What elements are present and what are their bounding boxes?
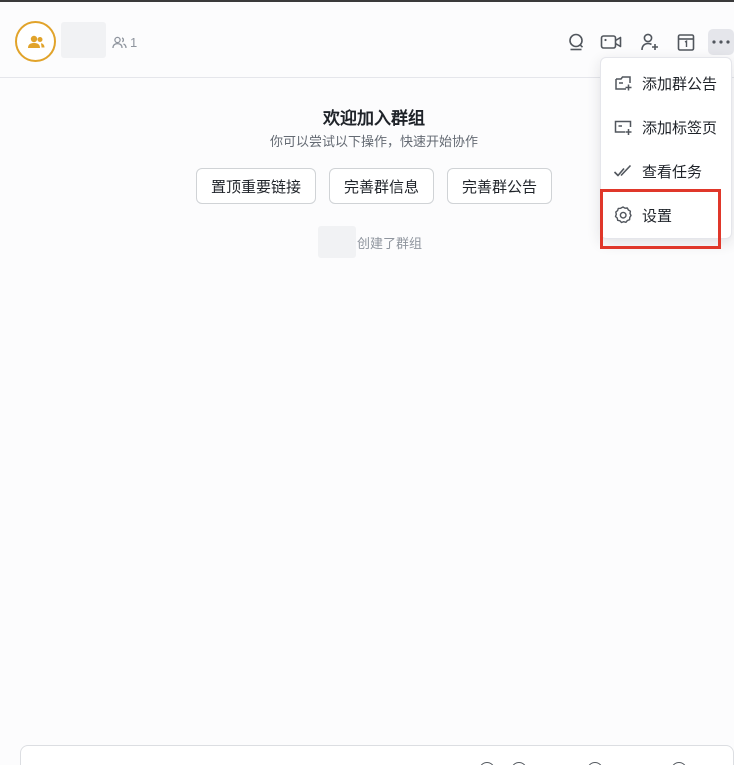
group-avatar[interactable] bbox=[15, 21, 56, 62]
search-button[interactable] bbox=[563, 29, 589, 55]
add-member-button[interactable] bbox=[637, 29, 663, 55]
task-check-icon bbox=[613, 161, 633, 181]
message-composer[interactable] bbox=[20, 745, 734, 765]
complete-group-announcement-button[interactable]: 完善群公告 bbox=[447, 168, 552, 204]
group-members-icon bbox=[27, 35, 44, 48]
gear-icon bbox=[613, 205, 633, 225]
video-call-button[interactable] bbox=[598, 29, 624, 55]
member-count-value: 1 bbox=[130, 34, 138, 50]
system-message: 创建了群组 bbox=[318, 226, 422, 258]
calendar-icon bbox=[677, 34, 695, 51]
group-name-redacted bbox=[61, 22, 106, 58]
search-icon bbox=[569, 33, 584, 51]
menu-item-settings[interactable]: 设置 bbox=[601, 195, 733, 235]
menu-item-add-announcement[interactable]: 添加群公告 bbox=[601, 63, 733, 103]
menu-item-label: 查看任务 bbox=[642, 163, 703, 181]
menu-item-view-tasks[interactable]: 查看任务 bbox=[601, 151, 733, 191]
more-button[interactable] bbox=[708, 29, 734, 55]
creator-name-redacted bbox=[318, 226, 356, 258]
members-icon bbox=[112, 36, 127, 48]
announcement-add-icon bbox=[613, 73, 633, 93]
calendar-button[interactable] bbox=[673, 29, 699, 55]
pin-important-link-button[interactable]: 置顶重要链接 bbox=[196, 168, 316, 204]
menu-item-label: 添加标签页 bbox=[642, 119, 718, 137]
add-member-icon bbox=[641, 33, 658, 51]
video-call-icon bbox=[600, 35, 622, 49]
menu-item-label: 添加群公告 bbox=[642, 75, 718, 93]
complete-group-info-button[interactable]: 完善群信息 bbox=[329, 168, 434, 204]
tab-add-icon bbox=[613, 117, 633, 137]
member-count[interactable]: 1 bbox=[112, 32, 137, 52]
more-menu: 添加群公告 添加标签页 查看任务 设置 bbox=[600, 57, 732, 239]
more-icon bbox=[712, 40, 730, 44]
menu-item-add-tab[interactable]: 添加标签页 bbox=[601, 107, 733, 147]
menu-item-label: 设置 bbox=[642, 207, 673, 225]
system-message-text: 创建了群组 bbox=[357, 235, 423, 251]
